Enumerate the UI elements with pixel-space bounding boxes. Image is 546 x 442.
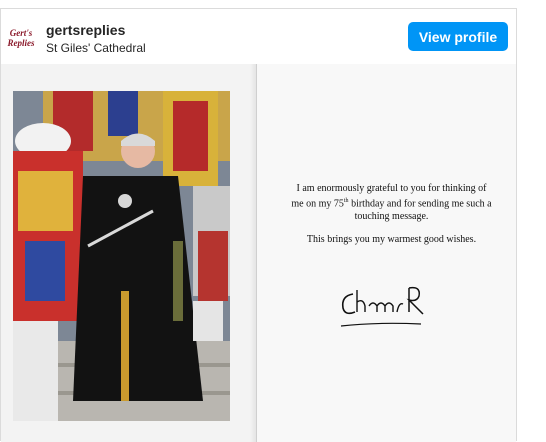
view-profile-button[interactable]: View profile (408, 22, 508, 51)
avatar-text-line1: Gert's (9, 28, 33, 38)
wishes-line: This brings you my warmest good wishes. (306, 234, 477, 246)
signature (337, 276, 433, 336)
avatar[interactable]: Gert's Replies (3, 23, 39, 53)
card-left-panel (1, 64, 256, 442)
signature-icon (340, 286, 424, 327)
instagram-post: Gert's Replies gertsreplies St Giles' Ca… (0, 8, 517, 442)
avatar-text-line2: Replies (7, 38, 35, 48)
message-line: touching message. (354, 211, 429, 223)
username[interactable]: gertsreplies (46, 22, 125, 38)
message-line: me on my 75th birthday and for sending m… (291, 198, 492, 210)
message-line: I am enormously grateful to you for thin… (296, 183, 487, 194)
location[interactable]: St Giles' Cathedral (46, 41, 146, 55)
card-message: I am enormously grateful to you for thin… (279, 182, 504, 246)
post-image[interactable]: I am enormously grateful to you for thin… (1, 64, 516, 442)
photo-king-charles (13, 91, 230, 421)
card-right-panel (256, 64, 516, 442)
post-header: Gert's Replies gertsreplies St Giles' Ca… (1, 9, 516, 65)
